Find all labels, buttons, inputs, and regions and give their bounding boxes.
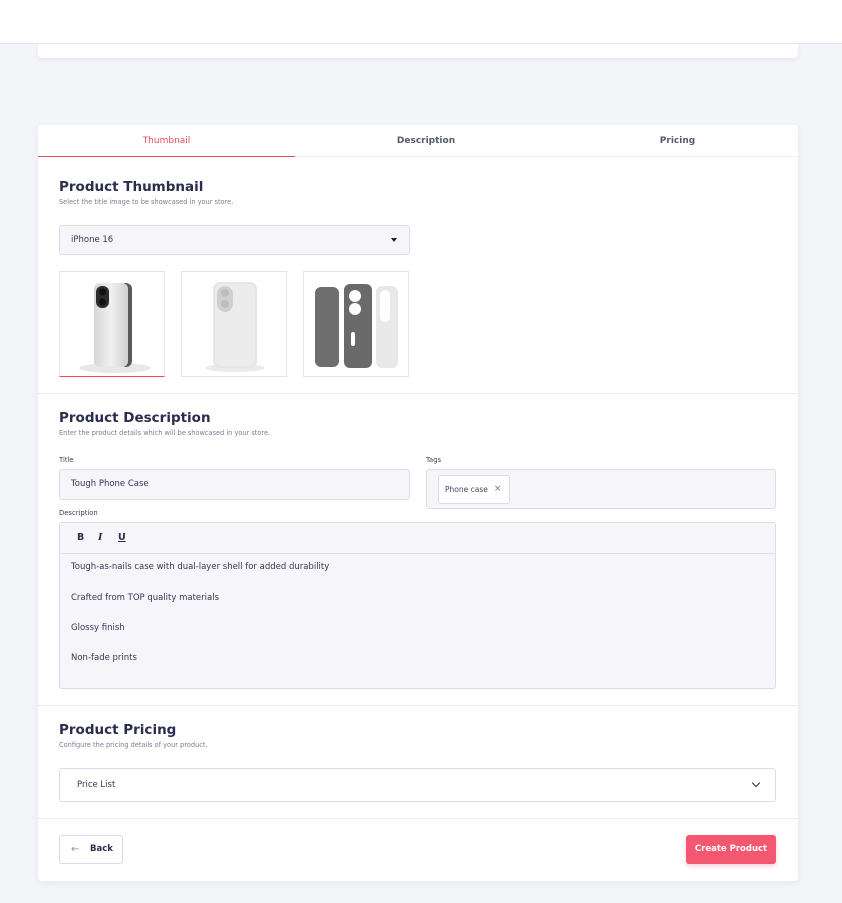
- price-list-label: Price List: [77, 780, 116, 790]
- thumbnail-subtitle: Select the title image to be showcased i…: [59, 198, 234, 206]
- phone-case-back-icon: [205, 282, 265, 372]
- italic-button[interactable]: I: [98, 532, 102, 543]
- tags-label: Tags: [426, 456, 442, 464]
- tab-description[interactable]: Description: [295, 125, 557, 157]
- tags-input[interactable]: Phone case ×: [426, 469, 776, 509]
- description-paragraph: Tough-as-nails case with dual-layer shel…: [71, 562, 330, 572]
- create-product-button[interactable]: Create Product: [686, 835, 776, 864]
- phone-case-angled-icon: [79, 283, 151, 373]
- description-label: Description: [59, 509, 98, 517]
- thumbnail-option-2[interactable]: [181, 271, 287, 377]
- description-paragraph: Glossy finish: [71, 623, 125, 633]
- product-form-card: Thumbnail Description Pricing Product Th…: [38, 125, 798, 881]
- back-button[interactable]: ← Back: [59, 835, 123, 864]
- tag-chip: Phone case ×: [438, 475, 511, 504]
- title-input-value: Tough Phone Case: [71, 479, 149, 489]
- description-paragraph: Non-fade prints: [71, 653, 137, 663]
- arrow-left-icon: ←: [71, 844, 80, 855]
- back-label: Back: [90, 844, 113, 854]
- bold-button[interactable]: B: [77, 532, 84, 543]
- tag-chip-label: Phone case: [445, 485, 488, 494]
- thumbnail-option-1[interactable]: [59, 271, 165, 377]
- close-icon[interactable]: ×: [494, 476, 502, 503]
- underline-button[interactable]: U: [118, 532, 126, 543]
- description-subtitle: Enter the product details which will be …: [59, 429, 271, 437]
- previous-card: [38, 44, 798, 58]
- title-input[interactable]: Tough Phone Case: [59, 469, 410, 500]
- model-select-value: iPhone 16: [71, 235, 114, 245]
- thumbnail-heading: Product Thumbnail: [59, 179, 204, 195]
- title-label: Title: [59, 456, 74, 464]
- tab-bar: Thumbnail Description Pricing: [38, 125, 798, 157]
- section-divider: [38, 393, 798, 394]
- caret-down-icon: [391, 238, 397, 242]
- editor-toolbar: B I U: [60, 523, 775, 554]
- phone-case-layers-icon: [315, 284, 398, 368]
- tab-thumbnail[interactable]: Thumbnail: [38, 125, 295, 157]
- description-editor[interactable]: B I U Tough-as-nails case with dual-laye…: [59, 522, 776, 689]
- pricing-subtitle: Configure the pricing details of your pr…: [59, 741, 208, 749]
- pricing-heading: Product Pricing: [59, 722, 177, 738]
- section-divider: [38, 818, 798, 819]
- price-list-dropdown[interactable]: Price List: [59, 768, 776, 802]
- top-bar: [0, 0, 842, 44]
- model-select[interactable]: iPhone 16: [59, 225, 410, 255]
- thumbnail-option-3[interactable]: [303, 271, 409, 377]
- section-divider: [38, 705, 798, 706]
- description-heading: Product Description: [59, 410, 211, 426]
- tab-pricing[interactable]: Pricing: [557, 125, 798, 157]
- chevron-down-icon: [751, 778, 761, 788]
- description-paragraph: Crafted from TOP quality materials: [71, 593, 220, 603]
